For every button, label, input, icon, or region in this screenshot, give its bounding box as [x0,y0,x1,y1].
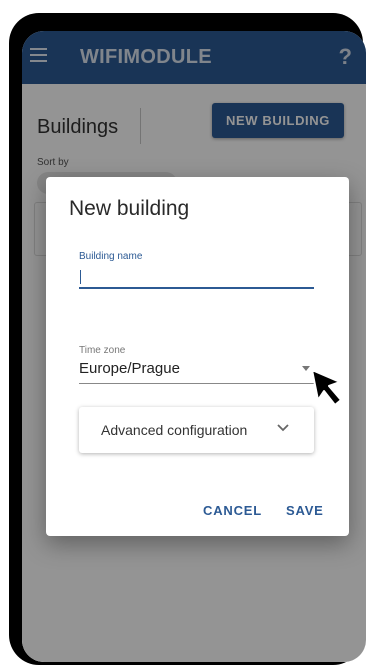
building-name-input[interactable] [79,265,314,289]
phone-frame: WIFIMODULE ? Buildings NEW BUILDING Sort… [9,13,366,665]
building-name-label: Building name [79,251,143,262]
new-building-dialog: New building Building name Time zone Eur… [46,177,349,536]
dialog-title: New building [69,197,190,220]
mouse-pointer-icon [311,369,342,406]
time-zone-value: Europe/Prague [79,360,180,377]
chevron-down-icon [277,424,289,432]
text-caret [80,270,81,284]
advanced-configuration-label: Advanced configuration [101,422,248,438]
time-zone-label: Time zone [79,345,126,356]
app-screen: WIFIMODULE ? Buildings NEW BUILDING Sort… [22,31,366,662]
dropdown-arrow-icon [302,366,310,371]
advanced-configuration-panel[interactable]: Advanced configuration [79,407,314,453]
save-button[interactable]: SAVE [286,503,324,518]
cancel-button[interactable]: CANCEL [203,503,262,518]
time-zone-select[interactable]: Europe/Prague [79,357,314,384]
